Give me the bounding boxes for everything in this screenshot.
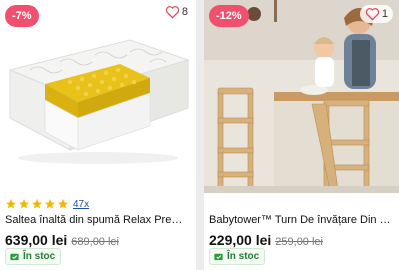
star-icon: [32, 199, 42, 209]
stock-badge: În stoc: [5, 248, 62, 265]
stock-badge: În stoc: [209, 248, 266, 265]
stock-label: În stoc: [23, 251, 56, 262]
product-title[interactable]: Saltea înaltă din spumă Relax Premi...: [5, 214, 191, 226]
product-grid: -7% 8 47x Saltea înaltă din spumă Relax …: [0, 0, 399, 270]
star-icon: [45, 199, 55, 209]
product-image-learning-tower[interactable]: [204, 0, 399, 193]
heart-icon: [365, 8, 380, 21]
star-icon: [58, 199, 68, 209]
star-icon: [19, 199, 29, 209]
stock-label: În stoc: [227, 251, 260, 262]
discount-badge: -12%: [209, 5, 249, 27]
old-price: 259,00 lei: [275, 236, 323, 248]
price-row: 639,00 lei 689,00 lei: [5, 232, 119, 248]
rating-count-link[interactable]: 47x: [73, 199, 89, 210]
product-title[interactable]: Babytower™ Turn De învățare Din Le...: [209, 214, 394, 226]
current-price: 229,00 lei: [209, 232, 272, 248]
favorite-count: 8: [181, 6, 188, 18]
favorite-button[interactable]: 8: [165, 5, 188, 19]
heart-icon: [165, 6, 180, 19]
product-card[interactable]: -12% 1 Babytower™ Turn De învățare Din L…: [204, 0, 399, 270]
price-row: 229,00 lei 259,00 lei: [209, 232, 323, 248]
discount-badge: -7%: [5, 5, 39, 27]
favorite-count: 1: [381, 8, 388, 20]
product-card[interactable]: -7% 8 47x Saltea înaltă din spumă Relax …: [0, 0, 196, 270]
rating[interactable]: 47x: [5, 198, 89, 210]
product-image-mattress[interactable]: [0, 0, 196, 193]
current-price: 639,00 lei: [5, 232, 68, 248]
old-price: 689,00 lei: [71, 236, 119, 248]
box-icon: [10, 253, 19, 261]
box-icon: [214, 253, 223, 261]
favorite-button[interactable]: 1: [359, 5, 393, 23]
star-icon: [6, 199, 16, 209]
